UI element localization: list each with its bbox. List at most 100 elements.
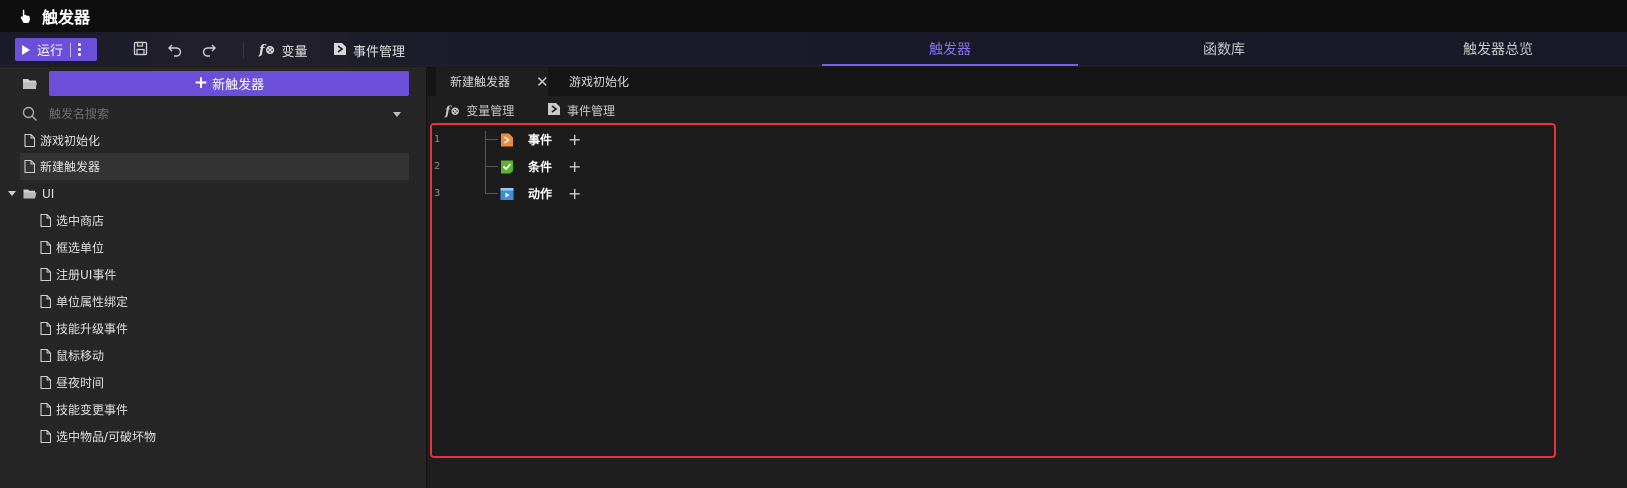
app-title: 触发器 — [42, 8, 91, 27]
plus-icon: + — [193, 73, 209, 93]
tree-child-item[interactable]: 单位属性绑定 — [40, 288, 409, 315]
tab-triggers-label: 触发器 — [929, 42, 971, 58]
node-label: 动作 — [528, 187, 553, 201]
new-trigger-button[interactable]: + 新触发器 — [49, 71, 409, 96]
folder-open-icon — [23, 189, 37, 198]
trigger-node-action[interactable]: 动作 + — [500, 185, 581, 202]
function-icon: f⊗ — [259, 43, 276, 58]
tab-function-library-label: 函数库 — [1203, 42, 1245, 58]
tree-child-label: 单位属性绑定 — [56, 295, 129, 309]
line-number: 2 — [434, 161, 441, 172]
document-icon — [24, 134, 35, 147]
tree-child-item[interactable]: 鼠标移动 — [40, 342, 409, 369]
line-number: 3 — [434, 188, 441, 199]
variables-label: 变量 — [281, 45, 308, 60]
tab-triggers[interactable]: 触发器 — [822, 32, 1078, 66]
search-row — [0, 101, 427, 127]
condition-icon — [501, 160, 513, 173]
caret-down-icon[interactable] — [8, 191, 16, 196]
undo-icon[interactable] — [167, 41, 183, 57]
pointing-hand-icon — [18, 7, 36, 25]
trigger-node-event[interactable]: 事件 + — [500, 131, 581, 148]
document-icon — [40, 430, 51, 443]
new-trigger-label: 新触发器 — [212, 78, 265, 93]
tab-new-trigger[interactable]: 新建触发器 ✕ — [436, 67, 549, 96]
folder-icon[interactable] — [22, 77, 38, 91]
document-icon — [40, 241, 51, 254]
events-manage-button[interactable]: 事件管理 — [333, 41, 405, 60]
editor-panel: 新建触发器 ✕ 游戏初始化 f⊗ 变量管理 事件管理 1 2 3 事件 + 条件… — [428, 67, 1627, 488]
function-icon: f⊗ — [445, 103, 461, 118]
tab-trigger-overview[interactable]: 触发器总览 — [1370, 32, 1626, 66]
variables-button[interactable]: f⊗ 变量 — [259, 41, 308, 60]
tree-child-item[interactable]: 昼夜时间 — [40, 369, 409, 396]
add-icon[interactable]: + — [568, 131, 581, 148]
more-vertical-icon[interactable] — [78, 43, 82, 56]
title-bar: 触发器 — [0, 0, 1627, 32]
trigger-editor-canvas[interactable]: 1 2 3 事件 + 条件 + 动作 + — [430, 123, 1556, 458]
tree-child-label: 框选单位 — [56, 241, 105, 255]
tree-child-item[interactable]: 框选单位 — [40, 234, 409, 261]
tree-child-item[interactable]: 技能升级事件 — [40, 315, 409, 342]
document-icon — [40, 214, 51, 227]
events-manage-label: 事件管理 — [353, 45, 406, 60]
main-toolbar: 运行 f⊗ 变量 事件管理 触发器 函数库 触发器总览 — [0, 32, 1627, 66]
event-manage-label: 事件管理 — [567, 104, 616, 118]
trigger-node-condition[interactable]: 条件 + — [500, 158, 581, 175]
tab-function-library[interactable]: 函数库 — [1096, 32, 1352, 66]
tree-connector — [485, 193, 498, 194]
tab-game-init[interactable]: 游戏初始化 — [556, 67, 656, 96]
tree-item-label: 新建触发器 — [40, 160, 101, 174]
tree-child-label: 技能升级事件 — [56, 322, 129, 336]
document-icon — [24, 160, 35, 173]
add-icon[interactable]: + — [568, 185, 581, 202]
run-label: 运行 — [37, 44, 64, 59]
search-input[interactable] — [49, 105, 379, 123]
tree-child-item[interactable]: 注册UI事件 — [40, 261, 409, 288]
sidebar-header: + 新触发器 — [0, 67, 427, 101]
variable-manage-button[interactable]: f⊗ 变量管理 — [445, 102, 514, 119]
action-icon — [500, 187, 514, 200]
run-button[interactable]: 运行 — [15, 38, 97, 61]
search-icon — [22, 106, 38, 122]
save-icon[interactable] — [133, 41, 149, 57]
tree-child-label: 选中物品/可破坏物 — [56, 430, 157, 444]
tab-new-trigger-label: 新建触发器 — [450, 75, 511, 89]
node-label: 事件 — [528, 133, 553, 147]
tree-folder-ui[interactable]: UI — [8, 180, 409, 207]
tab-game-init-label: 游戏初始化 — [569, 75, 630, 89]
variable-manage-label: 变量管理 — [466, 104, 515, 118]
node-label: 条件 — [528, 160, 553, 174]
tree-connector — [485, 139, 498, 140]
document-icon — [40, 349, 51, 362]
document-icon — [40, 322, 51, 335]
tree-item-label: 游戏初始化 — [40, 134, 101, 148]
event-manage-button[interactable]: 事件管理 — [547, 102, 615, 119]
tree-item-game-init[interactable]: 游戏初始化 — [20, 127, 409, 154]
chevron-down-icon[interactable] — [393, 112, 401, 117]
tree-child-item[interactable]: 选中商店 — [40, 207, 409, 234]
play-icon — [22, 44, 30, 55]
tree-child-item[interactable]: 选中物品/可破坏物 — [40, 423, 409, 450]
tree-child-item[interactable]: 技能变更事件 — [40, 396, 409, 423]
redo-icon[interactable] — [201, 41, 217, 57]
tree-child-label: 选中商店 — [56, 214, 105, 228]
tree-item-new-trigger[interactable]: 新建触发器 — [20, 153, 409, 180]
trigger-sidebar: + 新触发器 游戏初始化 新建触发器 UI 选中商店 框选单位 注册UI事件 单… — [0, 67, 427, 488]
toolbar-divider — [243, 42, 244, 58]
document-icon — [40, 403, 51, 416]
document-icon — [40, 295, 51, 308]
event-manage-icon — [333, 42, 347, 60]
folder-label: UI — [42, 186, 55, 201]
tree-child-label: 昼夜时间 — [56, 376, 105, 390]
event-manage-icon — [547, 102, 561, 119]
close-icon[interactable]: ✕ — [536, 73, 549, 91]
run-separator — [70, 42, 72, 57]
document-icon — [40, 376, 51, 389]
document-icon — [40, 268, 51, 281]
editor-subtoolbar: f⊗ 变量管理 事件管理 — [428, 96, 1627, 124]
tree-connector — [485, 131, 486, 193]
tree-child-label: 技能变更事件 — [56, 403, 129, 417]
tree-connector — [485, 166, 498, 167]
add-icon[interactable]: + — [568, 158, 581, 175]
